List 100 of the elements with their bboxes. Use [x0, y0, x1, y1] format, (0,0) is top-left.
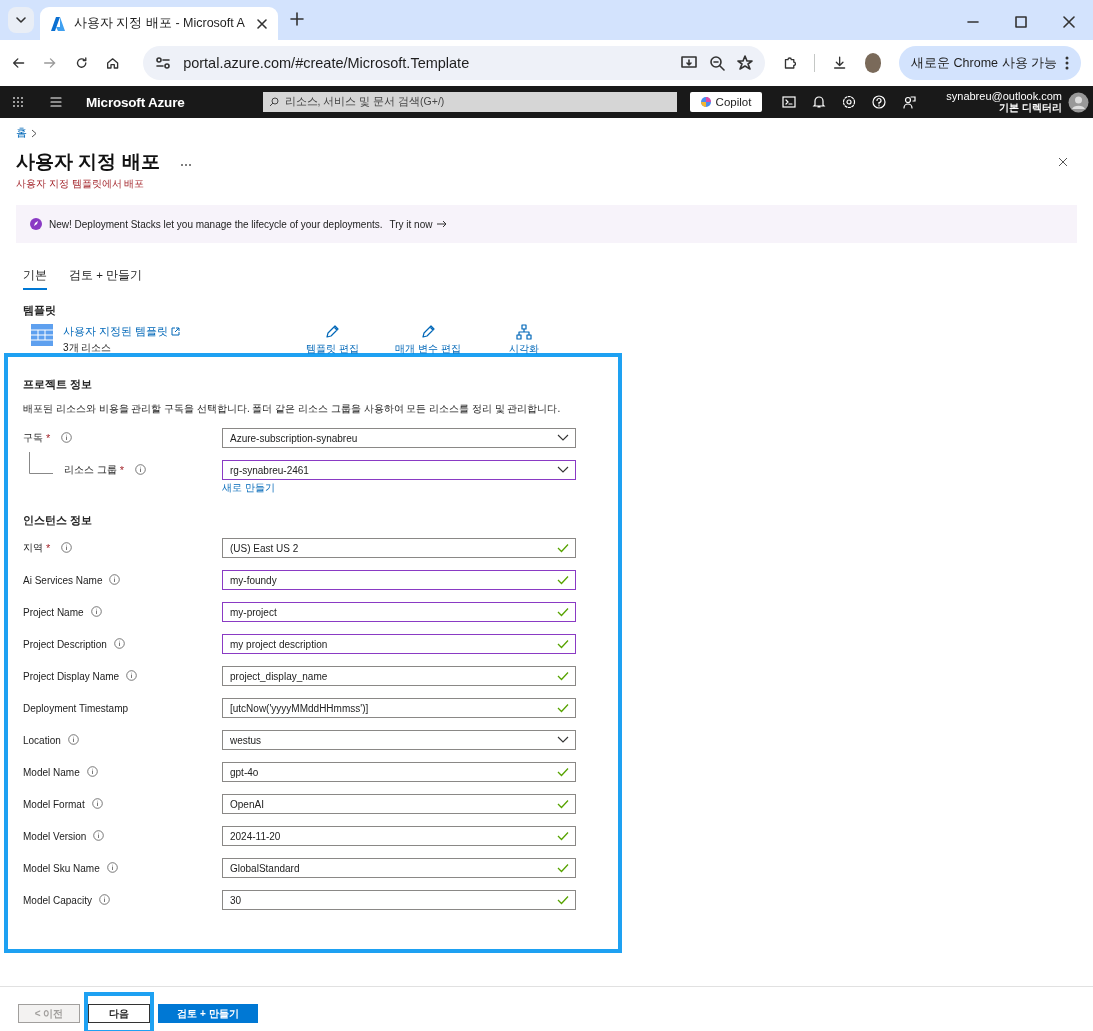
chevron-down-icon[interactable] [557, 466, 569, 474]
close-icon[interactable] [1063, 16, 1075, 28]
text-field[interactable]: 2024-11-20 [222, 826, 576, 846]
search-icon[interactable] [268, 97, 279, 107]
chevron-down-icon[interactable] [557, 736, 569, 744]
home-icon[interactable] [105, 55, 120, 71]
back-icon[interactable] [12, 55, 26, 71]
info-icon[interactable] [93, 829, 105, 841]
info-icon[interactable] [67, 733, 79, 745]
copilot-button[interactable]: Copilot [689, 92, 762, 112]
external-link-icon [171, 327, 181, 336]
tree-connector [29, 452, 53, 474]
info-icon[interactable] [135, 463, 147, 475]
reload-icon[interactable] [74, 55, 88, 71]
info-icon[interactable] [61, 541, 73, 553]
text-field[interactable]: gpt-4o [222, 762, 576, 782]
field-label: Project Name [23, 606, 84, 618]
review-create-button[interactable]: 검토 + 만들기 [158, 1004, 258, 1024]
close-icon[interactable] [256, 17, 268, 30]
dropdown[interactable]: rg-synabreu-2461 [222, 460, 576, 480]
text-field[interactable]: my-project [222, 602, 576, 622]
user-email[interactable]: synabreu@outlook.com [946, 90, 1062, 102]
avatar[interactable] [864, 53, 882, 73]
download-icon[interactable] [833, 55, 847, 71]
pencil-icon[interactable] [420, 324, 437, 340]
dropdown[interactable]: westus [222, 730, 576, 750]
tab[interactable]: 검토 + 만들기 [69, 268, 143, 290]
install-app-icon[interactable] [681, 55, 698, 71]
app-launcher-icon[interactable] [12, 96, 24, 108]
text-field[interactable]: my project description [222, 634, 576, 654]
text-field[interactable]: my-foundy [222, 570, 576, 590]
new-tab-icon[interactable] [290, 12, 304, 26]
required-mark: * [46, 542, 51, 554]
terminal-icon[interactable] [781, 95, 796, 109]
pencil-icon[interactable] [324, 324, 341, 340]
user-avatar-icon[interactable] [1068, 91, 1089, 113]
copilot-logo-icon[interactable] [699, 96, 712, 108]
text-field[interactable]: (US) East US 2 [222, 538, 576, 558]
text-field[interactable]: 30 [222, 890, 576, 910]
tab[interactable]: 기본 [23, 268, 47, 290]
breadcrumb-link[interactable]: 홈 [16, 126, 27, 140]
settings-icon[interactable] [841, 95, 856, 109]
text-field[interactable]: [utcNow('yyyyMMddHHmmss')] [222, 698, 576, 718]
page-title: 사용자 지정 배포 [16, 150, 160, 174]
template-icon [31, 324, 53, 346]
menu-icon[interactable] [50, 97, 62, 107]
maximize-icon[interactable] [1015, 16, 1027, 28]
field-label: 지역 [23, 541, 43, 555]
text-field[interactable]: GlobalStandard [222, 858, 576, 878]
update-chrome-button[interactable]: 새로운 Chrome 사용 가능 [899, 46, 1081, 80]
field-label: Model Format [23, 798, 85, 810]
brand-name[interactable]: Microsoft Azure [86, 94, 185, 110]
extensions-icon[interactable] [783, 55, 797, 71]
hierarchy-icon[interactable] [516, 324, 533, 340]
info-icon[interactable] [61, 431, 73, 443]
star-icon[interactable] [737, 55, 754, 71]
rocket-icon [30, 218, 42, 230]
more-icon[interactable] [1065, 56, 1069, 70]
required-mark: * [46, 432, 51, 444]
info-icon[interactable] [106, 861, 118, 873]
field-label: 구독 [23, 431, 43, 445]
template-link[interactable]: 사용자 지정된 템플릿 [63, 324, 181, 339]
info-icon[interactable] [113, 637, 125, 649]
field-label: Location [23, 734, 61, 746]
info-icon[interactable] [98, 893, 110, 905]
field-label: Project Description [23, 638, 107, 650]
field-label: Model Version [23, 830, 87, 842]
field-label: Model Name [23, 766, 80, 778]
info-icon[interactable] [109, 573, 121, 585]
address-bar[interactable]: portal.azure.com/#create/Microsoft.Template [143, 46, 766, 80]
browser-tab[interactable]: 사용자 지정 배포 - Microsoft A [40, 7, 278, 40]
site-settings-icon[interactable] [155, 55, 172, 71]
info-icon[interactable] [86, 765, 98, 777]
section-heading: 인스턴스 정보 [23, 513, 94, 528]
azure-logo-icon [50, 15, 66, 32]
text-field[interactable]: project_display_name [222, 666, 576, 686]
create-new-link[interactable]: 새로 만들기 [222, 481, 576, 495]
help-icon[interactable] [871, 95, 886, 109]
arrow-right-icon [437, 220, 448, 228]
field-label: Model Capacity [23, 894, 92, 906]
page-subtitle: 사용자 지정 템플릿에서 배포 [16, 177, 146, 191]
bell-icon[interactable] [811, 95, 826, 109]
feedback-icon[interactable] [901, 95, 916, 109]
dropdown[interactable]: Azure-subscription-synabreu [222, 428, 576, 448]
info-icon[interactable] [90, 605, 102, 617]
try-it-now-link[interactable]: Try it now [389, 218, 448, 230]
info-icon[interactable] [91, 797, 103, 809]
info-icon[interactable] [126, 669, 138, 681]
chevron-down-icon[interactable] [15, 14, 27, 26]
search-field[interactable]: 리소스, 서비스 및 문서 검색(G+/) [262, 92, 677, 112]
required-mark: * [119, 464, 125, 476]
close-icon[interactable] [1058, 157, 1068, 167]
text-field[interactable]: OpenAI [222, 794, 576, 814]
banner-text: New! Deployment Stacks let you manage the lifecycle of your deployments. [49, 218, 383, 230]
chevron-right-icon [31, 128, 37, 138]
zoom-icon[interactable] [709, 55, 726, 71]
wizard-button[interactable]: 다음 [88, 1004, 150, 1023]
field-label: Deployment Timestamp [23, 702, 129, 714]
chevron-down-icon[interactable] [557, 434, 569, 442]
directory-name: 기본 디렉터리 [999, 102, 1062, 114]
